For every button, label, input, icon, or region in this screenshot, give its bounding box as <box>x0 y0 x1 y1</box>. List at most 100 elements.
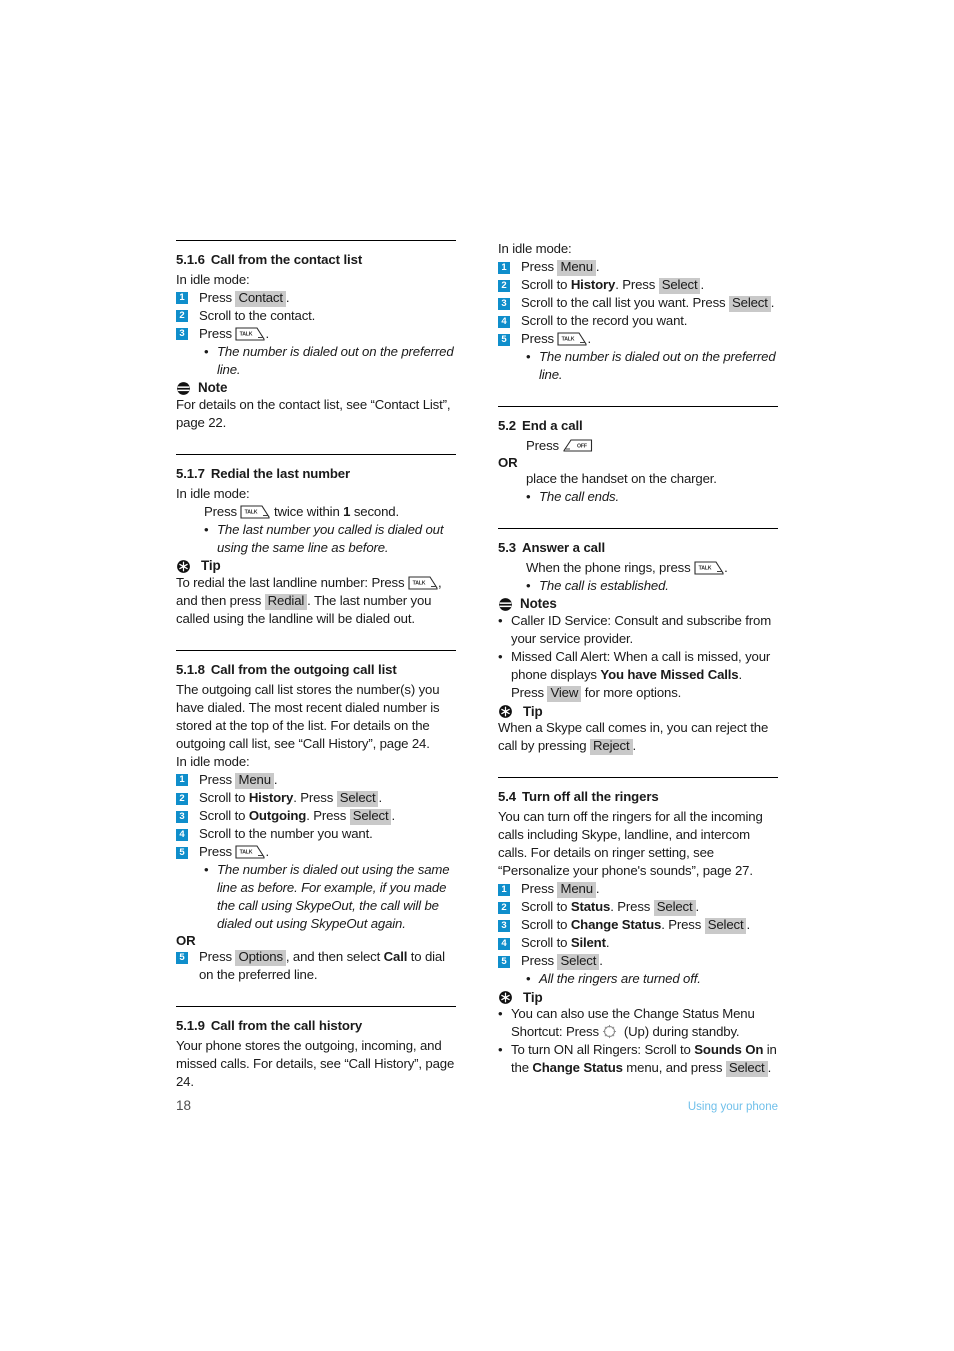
or-separator: OR <box>498 455 518 471</box>
callout-notes-header: Notes <box>498 596 778 612</box>
softkey-select[interactable]: Select <box>557 953 600 971</box>
softkey-menu[interactable]: Menu <box>557 259 596 276</box>
section-body: You can turn off the ringers for all the… <box>498 808 763 879</box>
bullet-text: All the ringers are turned off. <box>539 971 701 987</box>
right-column: In idle mode: 1 Press Menu. 2 Scroll to … <box>498 240 778 1091</box>
step-text-mid: . Press <box>293 790 337 805</box>
softkey-select[interactable]: Select <box>336 790 379 807</box>
step-text: Press Menu. <box>521 258 778 276</box>
bullet-text: The number is dialed out on the preferre… <box>217 343 454 377</box>
step-text: Press Contact. <box>199 289 456 307</box>
idle-mode-intro: In idle mode: <box>176 753 250 769</box>
step-item: 3 Scroll to Outgoing. Press Select. <box>176 807 456 825</box>
section-heading-5-4: 5.4 Turn off all the ringers <box>498 789 778 806</box>
softkey-select[interactable]: Select <box>653 899 696 916</box>
callout-tip-header: Tip <box>176 558 456 574</box>
tip-post: . <box>632 738 637 754</box>
step-number: 5 <box>176 951 188 964</box>
callout-label: Note <box>198 380 228 396</box>
tip-pre: To redial the last landline number: Pres… <box>176 574 408 590</box>
press-instruction: When the phone rings, press TALK. <box>526 559 778 577</box>
step-text: Scroll to History. Press Select. <box>521 276 778 294</box>
bullet-dot: • <box>526 577 531 593</box>
callout-label: Tip <box>523 989 543 1005</box>
step-text-post: . <box>265 325 269 341</box>
softkey-options[interactable]: Options <box>235 949 286 967</box>
step-number: 4 <box>176 828 188 841</box>
svg-text:TALK: TALK <box>240 332 253 338</box>
note-icon <box>176 381 191 396</box>
press-instruction: Press OFF <box>526 437 778 455</box>
section-heading-5-1-8: 5.1.8 Call from the outgoing call list <box>176 662 456 679</box>
tip-post: . <box>767 1060 772 1076</box>
step-number: 4 <box>498 937 510 950</box>
note-icon <box>498 597 513 612</box>
running-title: Using your phone <box>687 1101 778 1113</box>
step-text-post: . <box>746 917 750 933</box>
softkey-select[interactable]: Select <box>349 808 392 825</box>
bullet-text: The call ends. <box>539 489 619 505</box>
callout-label: Tip <box>523 703 543 719</box>
step-text: Press Menu. <box>199 771 456 789</box>
talk-key-icon: TALK <box>235 845 266 859</box>
step-text-pre: Press <box>521 259 558 275</box>
bullet-dot: • <box>526 349 531 365</box>
step-text: Scroll to the contact. <box>199 307 316 323</box>
tip-mid2: menu, and press <box>622 1060 726 1076</box>
step-item: 1 Press Menu. <box>176 771 456 789</box>
talk-key-icon: TALK <box>557 332 588 346</box>
softkey-view[interactable]: View <box>547 685 582 702</box>
softkey-select[interactable]: Select <box>704 917 747 934</box>
talk-key-icon: TALK <box>235 327 266 341</box>
result-bullet: • The number is dialed out on the prefer… <box>204 343 456 379</box>
bullet-dot: • <box>498 1006 503 1022</box>
bullet-dot: • <box>204 862 209 878</box>
step-text: Scroll to Change Status. Press Select. <box>521 916 778 934</box>
press-mid: twice within <box>270 503 344 519</box>
step-text: Press Options, and then select Call to d… <box>199 948 456 984</box>
bullet-text: You can also use the Change Status Menu … <box>511 1005 778 1041</box>
result-bullet: • All the ringers are turned off. <box>526 970 778 988</box>
tip-pre: To turn ON all Ringers: Scroll to <box>511 1042 695 1058</box>
softkey-select[interactable]: Select <box>725 1060 768 1078</box>
step-text-post: . <box>595 259 600 275</box>
step-text: Scroll to the number you want. <box>199 826 373 842</box>
tip-bullet: • You can also use the Change Status Men… <box>498 1005 778 1041</box>
section-divider <box>498 406 778 408</box>
softkey-redial[interactable]: Redial <box>264 593 308 610</box>
step-number: 3 <box>176 328 188 341</box>
svg-text:TALK: TALK <box>240 850 253 856</box>
step-text-post: . <box>770 295 775 311</box>
step-text-post: . <box>695 899 700 915</box>
step-text-mid: . Press <box>661 917 705 933</box>
menu-item-name: History <box>248 790 294 805</box>
step-number: 5 <box>498 955 510 968</box>
step-text-pre: Scroll to <box>521 917 571 933</box>
bullet-text: To turn ON all Ringers: Scroll to Sounds… <box>511 1041 778 1078</box>
softkey-contact[interactable]: Contact <box>235 290 286 307</box>
svg-text:TALK: TALK <box>562 337 575 343</box>
step-text-mid: , and then select <box>285 949 384 965</box>
step-text-post: . <box>378 790 382 805</box>
softkey-reject[interactable]: Reject <box>590 738 633 755</box>
section-divider <box>176 650 456 652</box>
bullet-text: Caller ID Service: Consult and subscribe… <box>511 612 772 646</box>
step-text-pre: Press <box>521 881 558 897</box>
step-text-pre: Press <box>199 949 236 965</box>
note-body: For details on the contact list, see “Co… <box>176 396 451 430</box>
note-bullet: • Caller ID Service: Consult and subscri… <box>498 612 778 648</box>
softkey-menu[interactable]: Menu <box>235 772 274 789</box>
softkey-select[interactable]: Select <box>729 295 771 312</box>
step-text: Scroll to Silent. <box>521 934 778 952</box>
section-heading-5-2: 5.2 End a call <box>498 418 778 435</box>
step-item: 2 Scroll to History. Press Select. <box>498 276 778 294</box>
softkey-select[interactable]: Select <box>658 277 701 294</box>
step-text-pre: Press <box>521 953 558 969</box>
softkey-menu[interactable]: Menu <box>557 881 596 898</box>
off-key-icon: OFF <box>562 438 593 453</box>
step-text-post: . <box>391 808 395 824</box>
bullet-dot: • <box>526 489 531 505</box>
step-number: 2 <box>498 279 510 292</box>
tip-icon <box>498 990 513 1005</box>
step-text: Press TALK. <box>199 843 456 861</box>
